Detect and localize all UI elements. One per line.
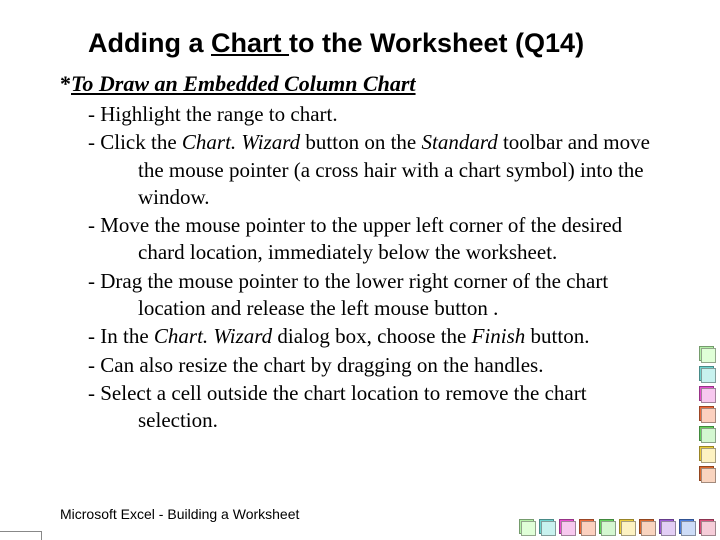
list-item: - Drag the mouse pointer to the lower ri… (88, 268, 660, 323)
list-item: - Click the Chart. Wizard button on the … (88, 129, 660, 211)
bullet-text: - Drag the mouse pointer to the lower ri… (88, 269, 608, 320)
square-icon (699, 366, 714, 381)
list-item: - Select a cell outside the chart locati… (88, 380, 660, 435)
section-heading-text: To Draw an Embedded Column Chart (71, 71, 416, 96)
square-icon (679, 519, 694, 534)
slide-title: Adding a Chart to the Worksheet (Q14) (88, 28, 660, 59)
bullet-text: button on the (300, 130, 421, 154)
bullet-text: dialog box, choose the (272, 324, 471, 348)
list-item: - Can also resize the chart by dragging … (88, 352, 660, 379)
square-icon (519, 519, 534, 534)
square-icon (539, 519, 554, 534)
list-item: - Move the mouse pointer to the upper le… (88, 212, 660, 267)
square-icon (699, 466, 714, 481)
square-icon (639, 519, 654, 534)
square-icon (699, 386, 714, 401)
square-icon (559, 519, 574, 534)
bullet-em: Standard (421, 130, 497, 154)
square-icon (699, 446, 714, 461)
square-icon (699, 346, 714, 361)
square-icon (659, 519, 674, 534)
asterisk-icon: * (60, 71, 71, 97)
square-icon (619, 519, 634, 534)
square-icon (599, 519, 614, 534)
title-underlined: Chart (211, 28, 289, 58)
title-post: to the Worksheet (Q14) (289, 28, 584, 58)
square-icon (699, 426, 714, 441)
title-pre: Adding a (88, 28, 211, 58)
square-icon (699, 406, 714, 421)
bullet-text: - In the (88, 324, 154, 348)
list-item: - Highlight the range to chart. (88, 101, 660, 128)
bullet-text: - Click the (88, 130, 182, 154)
bullet-list: - Highlight the range to chart. - Click … (60, 101, 660, 435)
bullet-text: - Can also resize the chart by dragging … (88, 353, 543, 377)
bullet-text: - Select a cell outside the chart locati… (88, 381, 587, 432)
bullet-em: Chart. Wizard (182, 130, 300, 154)
footer-text: Microsoft Excel - Building a Worksheet (60, 506, 299, 522)
tab-stub (0, 531, 42, 540)
bullet-text: - Move the mouse pointer to the upper le… (88, 213, 622, 264)
bullet-em: Finish (472, 324, 526, 348)
bullet-text: - Highlight the range to chart. (88, 102, 338, 126)
list-item: - In the Chart. Wizard dialog box, choos… (88, 323, 660, 350)
slide: Adding a Chart to the Worksheet (Q14) * … (0, 0, 720, 540)
bullet-text: button. (525, 324, 589, 348)
section-heading: * To Draw an Embedded Column Chart (60, 71, 660, 97)
bullet-em: Chart. Wizard (154, 324, 272, 348)
square-icon (699, 519, 714, 534)
square-icon (579, 519, 594, 534)
